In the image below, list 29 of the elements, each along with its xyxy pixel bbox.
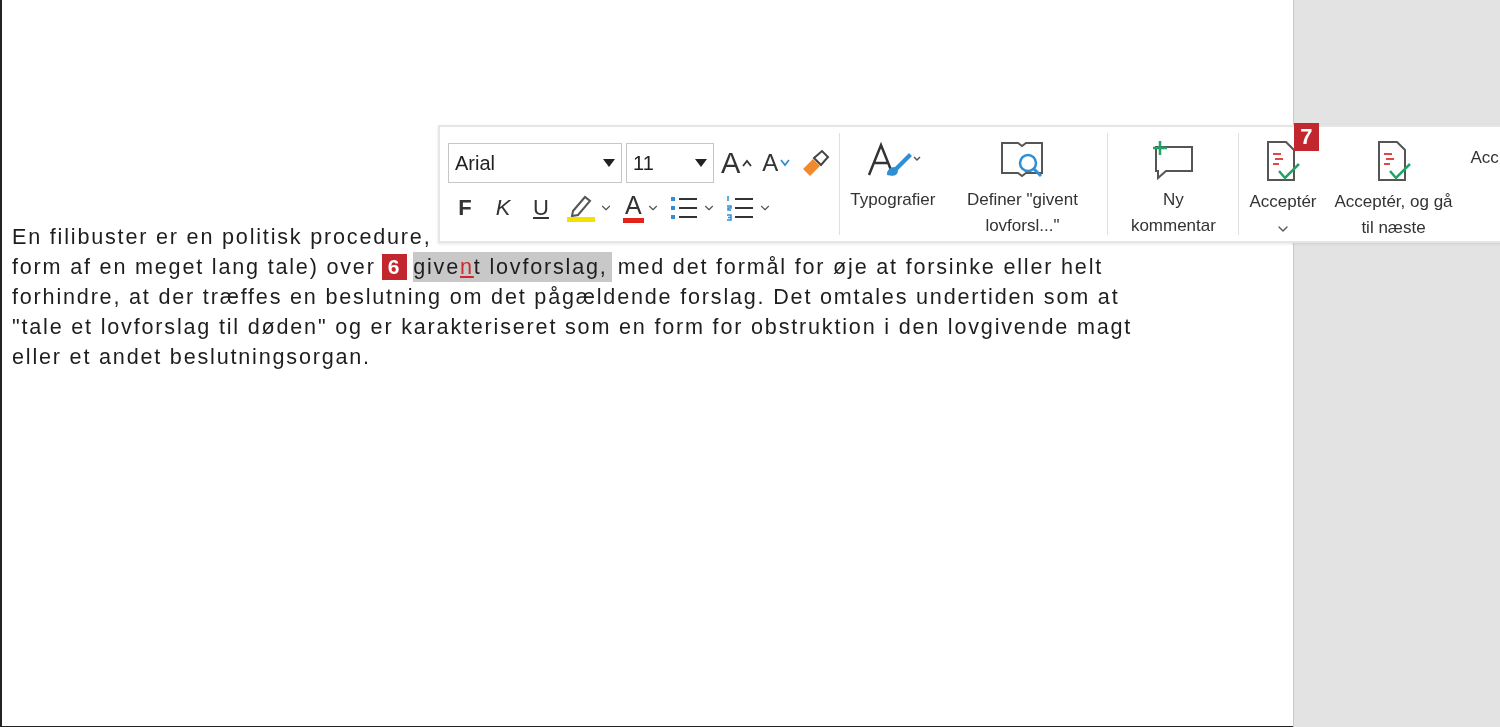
body-text: med det formål for øje at forsinke eller helt — [617, 253, 1104, 281]
body-text: forhindre, at der træffes en beslutning om det pågældende forslag. Det omtales undertiden som at — [12, 283, 1120, 311]
body-text: eller et andet beslutningsorgan. — [12, 343, 371, 371]
styles-button[interactable]: Typografier — [844, 133, 942, 213]
italic-button[interactable]: K — [486, 194, 520, 222]
selected-text: givent lovforslag, — [413, 252, 612, 282]
underline-button[interactable]: U — [524, 194, 558, 222]
caret-up-icon — [742, 159, 753, 167]
font-dropdown[interactable]: Arial — [448, 143, 622, 183]
dropdown-arrow-icon — [603, 159, 615, 167]
bold-button[interactable]: F — [448, 194, 482, 222]
accept-next-button[interactable]: Acceptér, og gå til næste — [1322, 133, 1465, 241]
body-text: En filibuster er en politisk procedure, — [12, 223, 432, 251]
shrink-font-button[interactable]: A — [759, 151, 794, 175]
bullet-list-icon — [669, 194, 700, 222]
body-text: "tale et lovforslag til døden" og er karakteriseret som en form for obstruktion i den lovgivende magt — [12, 313, 1133, 341]
accept-cut-button[interactable]: Acc — [1464, 133, 1500, 171]
step-callout: 6 — [381, 254, 408, 280]
font-color-button[interactable]: A — [620, 193, 663, 223]
step-callout: 7 — [1294, 123, 1319, 151]
comment-button[interactable]: Ny kommentar — [1112, 133, 1235, 239]
dropdown-arrow-icon — [695, 159, 707, 167]
grow-font-button[interactable]: A — [718, 148, 756, 178]
highlighter-icon — [565, 193, 597, 223]
caret-down-icon — [780, 159, 791, 167]
define-button[interactable]: Definer "givent lovforsl..." — [941, 133, 1104, 239]
body-text: form af en meget lang tale) over — [12, 253, 376, 281]
numbered-list-icon — [725, 194, 756, 222]
font-size-dropdown[interactable]: 11 — [626, 143, 714, 183]
